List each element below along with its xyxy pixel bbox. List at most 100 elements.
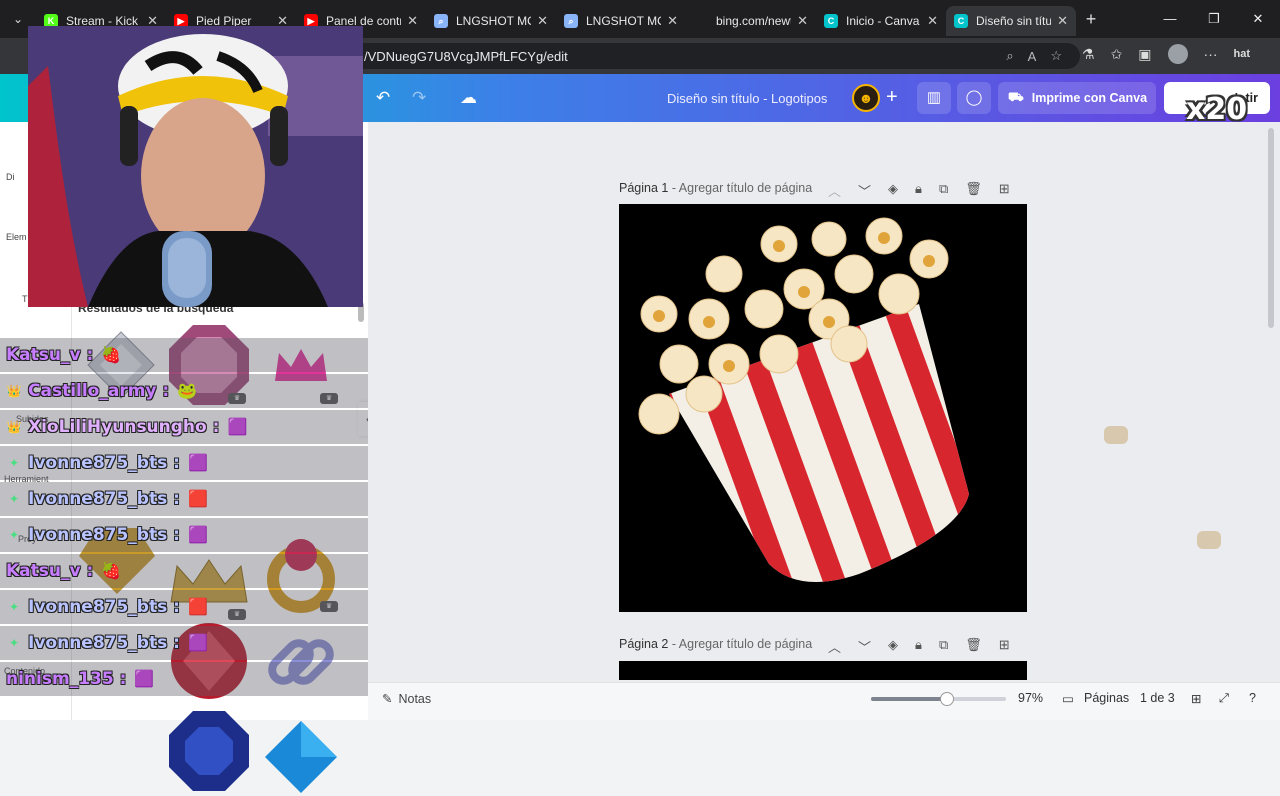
cat-sticker-overlay	[1197, 531, 1221, 549]
tab-title: Diseño sin títul	[976, 14, 1052, 28]
url-input[interactable]: /VDNuegG7U8VcgJMPfLFCYg/edit ⌕ A ☆	[340, 43, 1080, 69]
chat-username: XioLiliHyunsungho :	[28, 417, 220, 437]
page-2-canvas[interactable]	[619, 661, 1027, 680]
graphic-blue-diamond[interactable]	[258, 718, 344, 796]
favorite-star-icon[interactable]: ☆	[1050, 48, 1062, 64]
browser-tab[interactable]: bing.com/newt ✕	[686, 6, 816, 36]
browser-tab[interactable]: C Inicio - Canva ✕	[816, 6, 946, 36]
search-icon: ⌕	[564, 14, 578, 28]
close-tab-icon[interactable]: ✕	[537, 13, 548, 29]
page-2-number: Página 2	[619, 637, 669, 651]
browser-tab[interactable]: C Diseño sin títul ✕	[946, 6, 1076, 36]
rail-label-design[interactable]: Di	[6, 172, 15, 182]
copilot-label[interactable]: hat	[1234, 48, 1251, 60]
verified-star-icon: ✦	[8, 528, 20, 542]
close-tab-icon[interactable]: ✕	[1057, 13, 1068, 29]
print-with-canva-button[interactable]: ⛟ Imprime con Canva	[998, 82, 1156, 114]
blank-icon	[694, 14, 708, 28]
page-counter: 1 de 3	[1140, 691, 1175, 705]
close-tab-icon[interactable]: ✕	[407, 13, 418, 29]
tab-title: LNGSHOT MOC	[586, 14, 661, 28]
editor-footer: ✎ Notas 97% ▭ Páginas 1 de 3 ⊞ ⤢ ?	[368, 682, 1280, 720]
close-tab-icon[interactable]: ✕	[927, 13, 938, 29]
zoom-slider-fill	[871, 697, 947, 701]
fullscreen-icon[interactable]: ⤢	[1219, 691, 1229, 706]
hide-page-icon[interactable]: ◈	[888, 181, 898, 200]
notes-icon: ✎	[382, 692, 393, 706]
new-tab-icon[interactable]: +	[1076, 9, 1106, 30]
tab-title: Inicio - Canva	[846, 14, 920, 28]
zoom-slider[interactable]	[871, 692, 1006, 706]
pages-view-icon[interactable]: ▭	[1062, 691, 1074, 706]
add-page-icon[interactable]: ⊞	[999, 637, 1010, 656]
close-tab-icon[interactable]: ✕	[797, 13, 808, 29]
read-aloud-icon[interactable]: A	[1028, 49, 1037, 64]
hide-page-icon[interactable]: ◈	[888, 637, 898, 656]
page-1-label[interactable]: Página 1 - Agregar título de página	[619, 181, 812, 195]
zoom-slider-handle[interactable]	[939, 692, 954, 706]
chat-emote-icon: 🐸	[177, 383, 198, 400]
collections-icon[interactable]: ▣	[1138, 46, 1151, 63]
tab-title: bing.com/newt	[716, 14, 792, 28]
extensions-icon[interactable]: ⚗	[1082, 46, 1095, 63]
streamer-webcam-overlay	[28, 26, 363, 307]
move-down-icon[interactable]: ﹀	[858, 637, 871, 656]
subscriber-crown-icon: 👑	[6, 384, 22, 398]
tab-title: LNGSHOT MOC	[456, 14, 531, 28]
lock-icon[interactable]: 🔒︎	[915, 637, 922, 656]
document-title[interactable]: Diseño sin título - Logotipos	[667, 91, 827, 106]
restore-icon[interactable]: ❐	[1192, 11, 1236, 27]
page-2-toolbar: ︿ ﹀ ◈ 🔒︎ ⧉ 🗑︎ ⊞	[828, 637, 1010, 656]
rail-label-text[interactable]: T	[22, 294, 28, 304]
browser-tab[interactable]: ⌕ LNGSHOT MOC ✕	[426, 6, 556, 36]
more-menu-icon[interactable]: ···	[1204, 46, 1218, 62]
graphic-blue-gem[interactable]	[166, 711, 252, 791]
move-down-icon[interactable]: ﹀	[858, 181, 871, 200]
move-up-icon[interactable]: ︿	[828, 181, 841, 200]
streamer-figure	[28, 26, 363, 307]
move-up-icon[interactable]: ︿	[828, 637, 841, 656]
chat-emote-icon: 🍓	[101, 347, 122, 364]
browser-tab[interactable]: ⌕ LNGSHOT MOC ✕	[556, 6, 686, 36]
search-icon: ⌕	[434, 14, 448, 28]
grid-view-icon[interactable]: ⊞	[1191, 691, 1201, 706]
delete-icon[interactable]: 🗑︎	[965, 637, 982, 656]
cloud-saved-icon[interactable]: ☁	[460, 88, 477, 108]
add-page-icon[interactable]: ⊞	[999, 181, 1010, 200]
add-collaborator-icon[interactable]: +	[886, 86, 898, 109]
comment-icon[interactable]: ◯	[957, 82, 991, 114]
blue-gem-graphic	[169, 711, 249, 791]
chat-message: ✦ Ivonne875_bts : 🟥	[0, 590, 368, 624]
pages-label[interactable]: Páginas	[1084, 691, 1129, 705]
insights-chart-icon[interactable]: ▥	[917, 82, 951, 114]
rail-label-elements[interactable]: Elem	[6, 232, 27, 242]
canvas-scrollbar[interactable]	[1268, 128, 1274, 328]
undo-icon[interactable]: ↶	[376, 88, 390, 108]
chat-message: Katsu_v : 🍓	[0, 554, 368, 588]
duplicate-icon[interactable]: ⧉	[939, 637, 948, 656]
close-window-icon[interactable]: ✕	[1236, 11, 1280, 27]
user-avatar[interactable]: ☻	[852, 84, 880, 112]
profile-avatar[interactable]	[1167, 44, 1188, 64]
page-1-title-placeholder[interactable]: - Agregar título de página	[668, 181, 812, 195]
chat-username: Ivonne875_bts :	[28, 633, 180, 653]
delete-icon[interactable]: 🗑︎	[965, 181, 982, 200]
zoom-percentage[interactable]: 97%	[1018, 691, 1043, 705]
favorites-icon[interactable]: ✩	[1111, 46, 1123, 63]
page-2-label[interactable]: Página 2 - Agregar título de página	[619, 637, 812, 651]
close-tab-icon[interactable]: ✕	[667, 13, 678, 29]
notes-button[interactable]: ✎ Notas	[382, 691, 431, 707]
redo-icon[interactable]: ↷	[412, 88, 426, 108]
lock-icon[interactable]: 🔒︎	[915, 181, 922, 200]
zoom-lens-icon[interactable]: ⌕	[1006, 48, 1013, 64]
page-2-title-placeholder[interactable]: - Agregar título de página	[668, 637, 812, 651]
page-1-canvas[interactable]	[619, 204, 1027, 612]
chat-message: ✦ Ivonne875_bts : 🟪	[0, 446, 368, 480]
help-icon[interactable]: ?	[1249, 691, 1256, 705]
page-1-number: Página 1	[619, 181, 669, 195]
minimize-icon[interactable]: —	[1148, 11, 1192, 27]
duplicate-icon[interactable]: ⧉	[939, 181, 948, 200]
page-1-toolbar: ︿ ﹀ ◈ 🔒︎ ⧉ 🗑︎ ⊞	[828, 181, 1010, 200]
subscriber-crown-icon: 👑	[6, 420, 22, 434]
popcorn-bucket-image[interactable]	[619, 204, 1027, 612]
